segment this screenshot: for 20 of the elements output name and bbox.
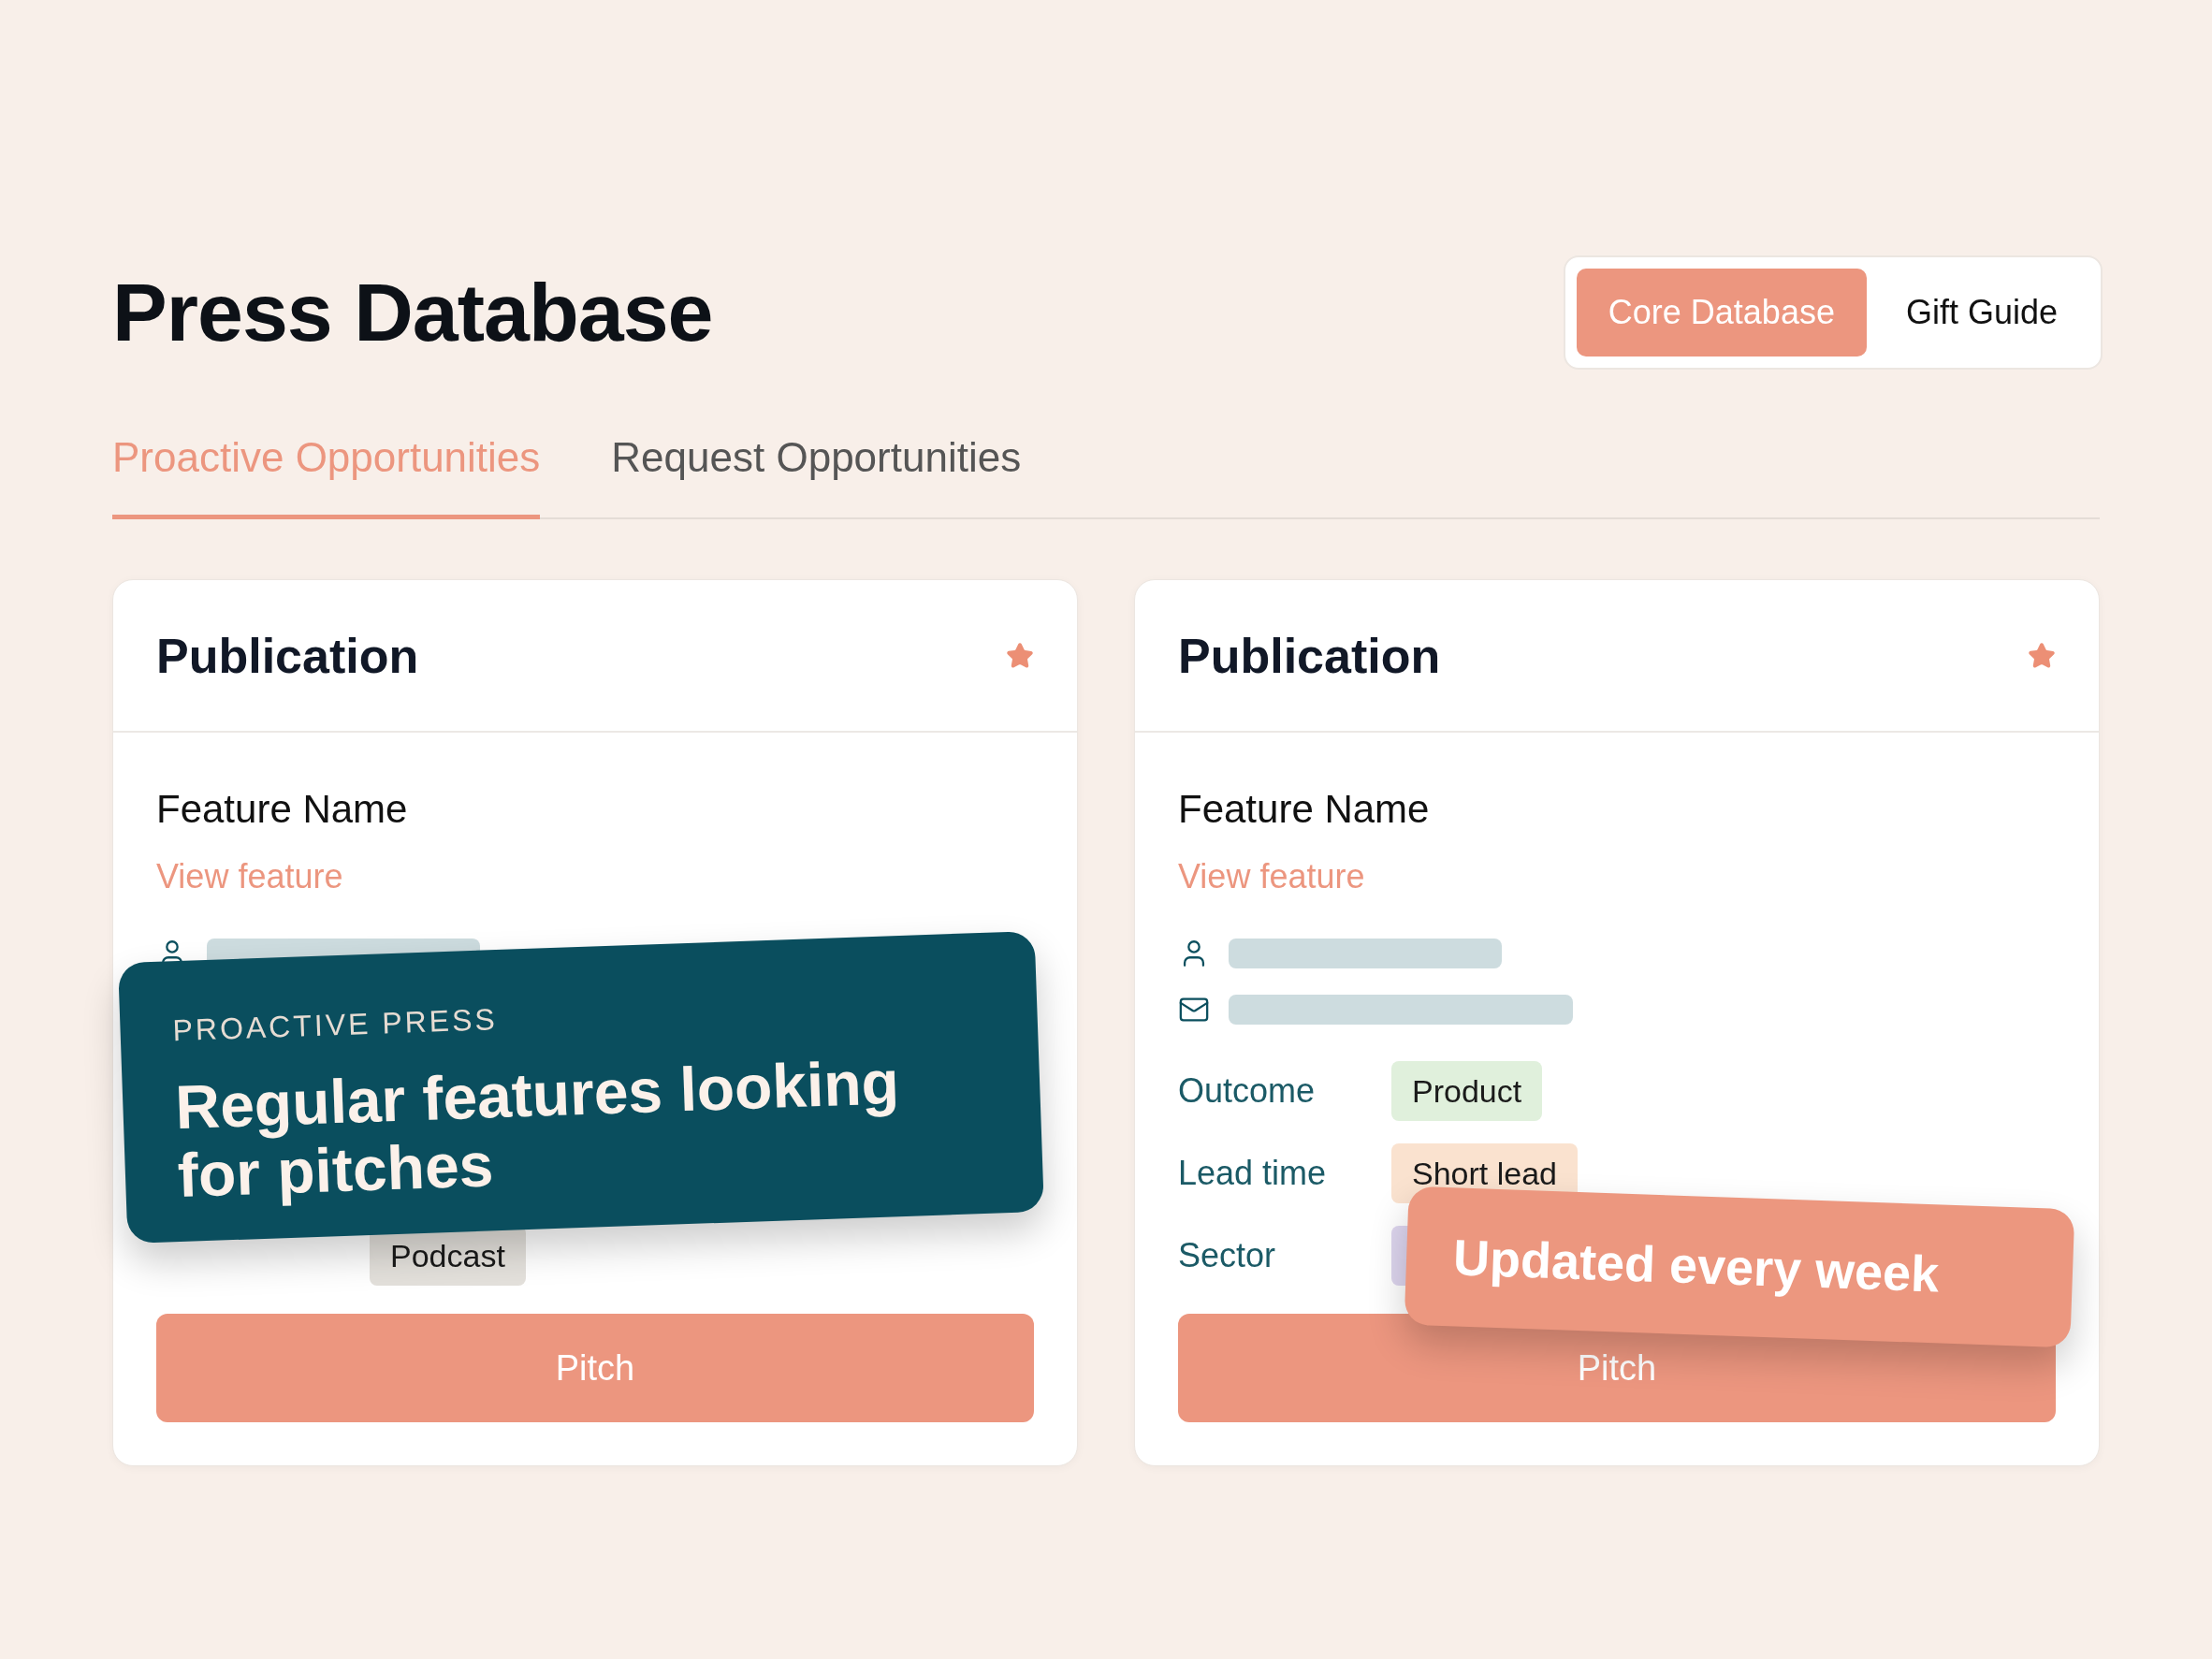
view-feature-link[interactable]: View feature <box>156 851 343 902</box>
tab[interactable]: Request Opportunities <box>611 427 1022 519</box>
promo-headline: Updated every week <box>1451 1227 1941 1303</box>
field-label: Lead time <box>1178 1154 1327 1192</box>
promo-headline: Regular features looking for pitches <box>174 1047 902 1210</box>
feature-name: Feature Name <box>156 786 408 833</box>
view-feature-link[interactable]: View feature <box>1178 851 1365 902</box>
tab[interactable]: Proactive Opportunities <box>112 427 541 519</box>
page-title: Press Database <box>112 265 713 360</box>
promo-eyebrow: PROACTIVE PRESS <box>171 1001 500 1050</box>
field-label: Sector <box>1178 1236 1276 1274</box>
publication-title: Publication <box>156 627 419 685</box>
segment-button[interactable]: Core Database <box>1576 269 1867 357</box>
star-icon[interactable] <box>1006 641 1034 670</box>
pitch-button[interactable]: Pitch <box>156 1314 1034 1422</box>
star-icon[interactable] <box>2028 641 2056 670</box>
feature-name: Feature Name <box>1178 786 1430 833</box>
field-label: Outcome <box>1178 1071 1316 1110</box>
publication-title: Publication <box>1178 627 1441 685</box>
field-tag: Product <box>1391 1061 1543 1121</box>
